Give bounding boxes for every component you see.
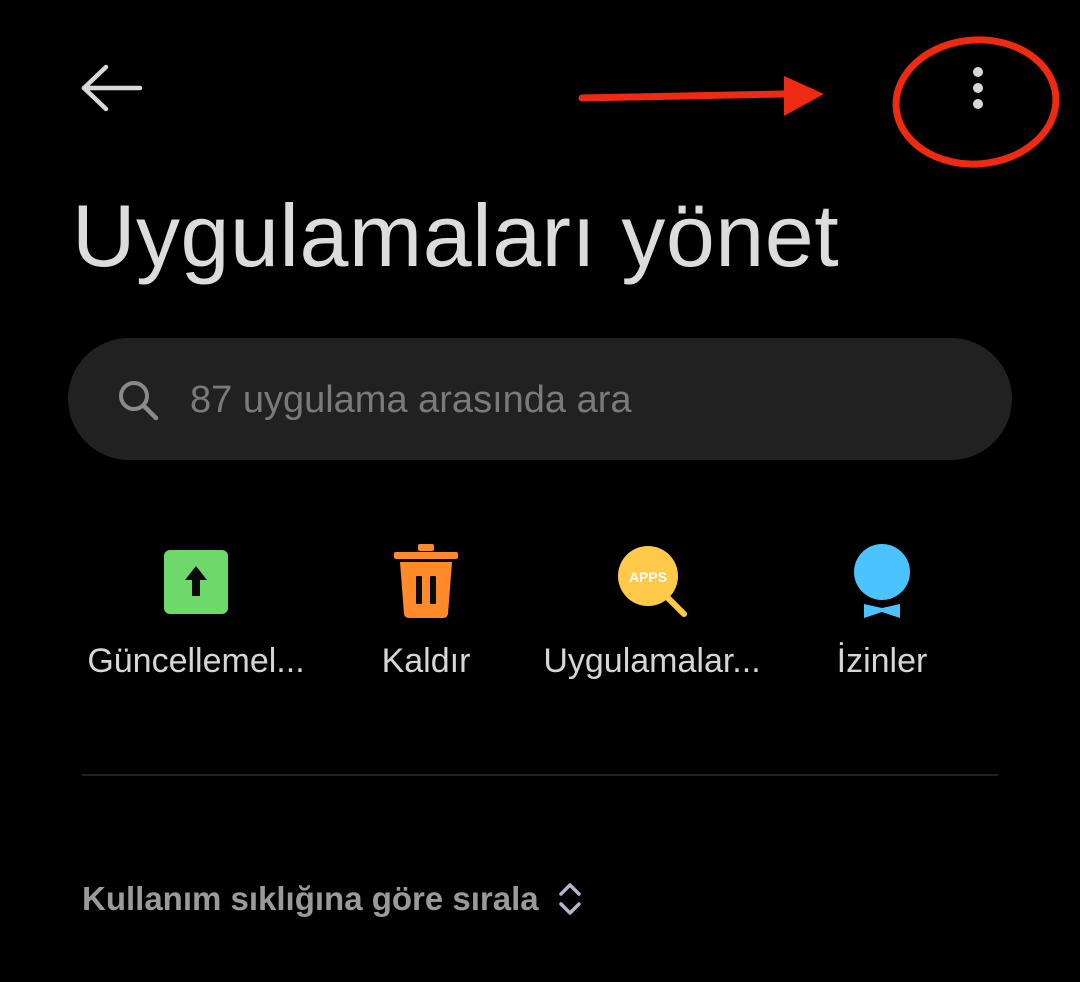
quick-action-uninstall[interactable]: Kaldır xyxy=(306,538,546,698)
trash-icon xyxy=(394,544,458,618)
search-bar[interactable] xyxy=(68,338,1012,460)
update-icon xyxy=(164,550,228,614)
apps-search-icon: APPS xyxy=(618,546,687,617)
sort-selector[interactable]: Kullanım sıklığına göre sırala xyxy=(82,876,583,922)
divider xyxy=(82,774,998,776)
search-input[interactable] xyxy=(188,368,972,432)
search-icon xyxy=(119,381,159,421)
sort-label: Kullanım sıklığına göre sırala xyxy=(82,880,539,917)
permissions-icon xyxy=(854,544,910,618)
quick-action-apps[interactable]: APPS Uygulamalar... xyxy=(532,538,772,698)
page-title: Uygulamaları yönet xyxy=(72,186,840,285)
quick-action-label: Kaldır xyxy=(381,642,471,680)
arrow-left-icon xyxy=(81,64,143,112)
quick-action-label: Güncellemel... xyxy=(87,642,305,680)
apps-icon-text: APPS xyxy=(629,569,667,585)
quick-action-label: İzinler xyxy=(836,642,928,680)
annotation-arrow xyxy=(578,76,824,116)
more-vertical-icon xyxy=(973,67,983,109)
more-options-button[interactable] xyxy=(948,58,1008,118)
quick-actions: Güncellemel... Kaldır APPS Uygulamalar..… xyxy=(70,538,1000,698)
sort-toggle-icon xyxy=(558,883,581,915)
back-button[interactable] xyxy=(72,58,152,118)
quick-action-permissions[interactable]: İzinler xyxy=(762,538,1002,698)
quick-action-updates[interactable]: Güncellemel... xyxy=(76,538,316,698)
quick-action-label: Uygulamalar... xyxy=(543,642,761,680)
